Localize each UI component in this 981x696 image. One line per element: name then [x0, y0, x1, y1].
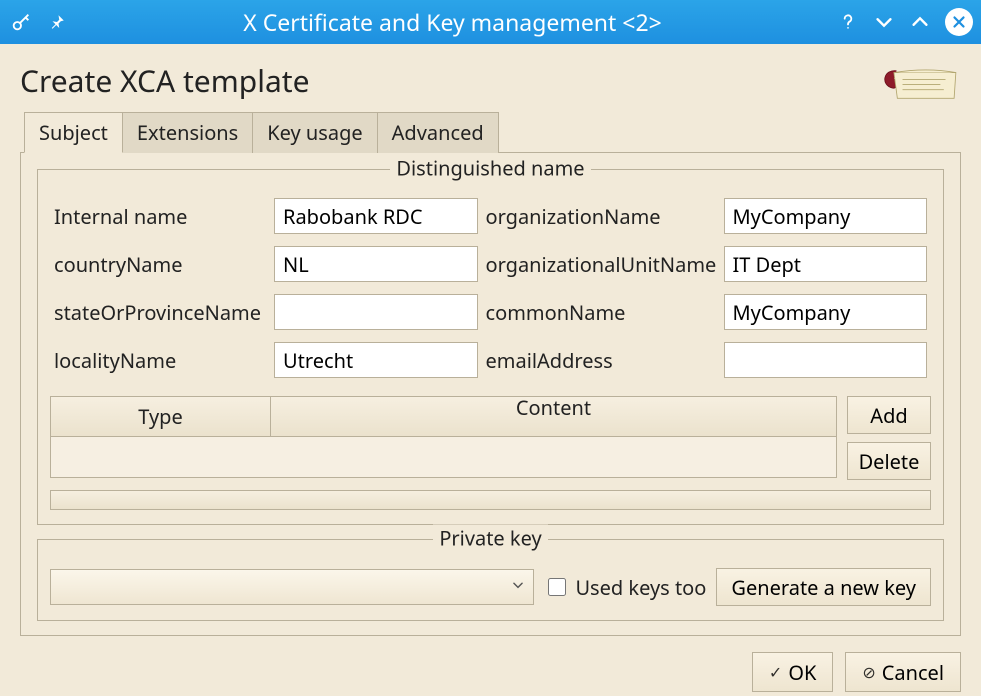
label-country-name: countryName: [54, 251, 266, 278]
minimize-icon[interactable]: [873, 11, 895, 33]
private-key-combo[interactable]: [50, 569, 534, 605]
prohibit-icon: ⊘: [862, 661, 875, 683]
generate-new-key-button[interactable]: Generate a new key: [716, 568, 931, 606]
delete-dn-button[interactable]: Delete: [847, 442, 931, 480]
label-internal-name: Internal name: [54, 203, 266, 230]
check-icon: ✓: [769, 661, 782, 683]
column-header-type[interactable]: Type: [51, 397, 271, 436]
tab-advanced[interactable]: Advanced: [377, 112, 499, 153]
input-state-or-province-name[interactable]: [274, 294, 478, 330]
page-title: Create XCA template: [20, 60, 310, 101]
input-organizational-unit-name[interactable]: [724, 246, 928, 282]
close-icon[interactable]: [945, 8, 973, 36]
group-legend: Distinguished name: [390, 155, 590, 182]
used-keys-too-checkbox-wrap[interactable]: Used keys too: [544, 574, 706, 601]
cancel-button[interactable]: ⊘ Cancel: [845, 652, 961, 692]
label-common-name: commonName: [486, 299, 716, 326]
group-distinguished-name: Distinguished name Internal name organiz…: [37, 169, 944, 525]
tab-strip: Subject Extensions Key usage Advanced: [24, 111, 961, 152]
used-keys-too-label: Used keys too: [575, 574, 706, 601]
label-state-or-province-name: stateOrProvinceName: [54, 299, 266, 326]
tab-label: Extensions: [137, 119, 238, 146]
tab-label: Advanced: [392, 119, 484, 146]
maximize-icon[interactable]: [909, 11, 931, 33]
tab-panel-subject: Distinguished name Internal name organiz…: [20, 152, 961, 636]
group-legend: Private key: [433, 525, 547, 552]
column-header-content[interactable]: Content: [271, 397, 836, 421]
tab-key-usage[interactable]: Key usage: [252, 112, 377, 153]
help-icon[interactable]: [837, 11, 859, 33]
table-header: Type Content: [51, 397, 836, 437]
button-label: Cancel: [882, 659, 944, 686]
tab-subject[interactable]: Subject: [24, 112, 123, 153]
tab-label: Key usage: [267, 119, 362, 146]
window-titlebar: X Certificate and Key management <2>: [0, 0, 981, 44]
scroll-decoration-icon: [875, 60, 961, 104]
label-organizational-unit-name: organizationalUnitName: [486, 251, 716, 278]
input-common-name[interactable]: [724, 294, 928, 330]
group-private-key: Private key Used keys too Generate a new…: [37, 539, 944, 621]
label-email-address: emailAddress: [486, 347, 716, 374]
dn-status-strip: [50, 490, 931, 510]
label-locality-name: localityName: [54, 347, 266, 374]
input-country-name[interactable]: [274, 246, 478, 282]
button-label: OK: [788, 659, 816, 686]
dialog-footer: ✓ OK ⊘ Cancel: [20, 636, 961, 692]
table-body[interactable]: [51, 437, 836, 477]
used-keys-too-checkbox[interactable]: [548, 578, 566, 596]
label-organization-name: organizationName: [486, 203, 716, 230]
input-locality-name[interactable]: [274, 342, 478, 378]
input-internal-name[interactable]: [274, 198, 478, 234]
tab-label: Subject: [39, 119, 108, 146]
tab-extensions[interactable]: Extensions: [122, 112, 253, 153]
pin-icon[interactable]: [46, 11, 68, 33]
add-dn-button[interactable]: Add: [847, 396, 931, 434]
input-email-address[interactable]: [724, 342, 928, 378]
window-title: X Certificate and Key management <2>: [78, 6, 827, 38]
app-key-icon: [10, 11, 32, 33]
dialog-content: Create XCA template Subject Extensions K…: [0, 44, 981, 696]
dn-entries-table[interactable]: Type Content: [50, 396, 837, 478]
ok-button[interactable]: ✓ OK: [752, 652, 833, 692]
chevron-down-icon: [511, 578, 525, 597]
input-organization-name[interactable]: [724, 198, 928, 234]
